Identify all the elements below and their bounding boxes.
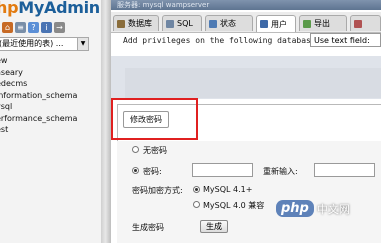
import-icon bbox=[354, 19, 362, 28]
database-icon bbox=[117, 19, 125, 28]
breadcrumb[interactable]: 服务器: mysql wampserver bbox=[111, 0, 381, 10]
highlight-box bbox=[111, 98, 198, 140]
watermark: php 中文网 bbox=[276, 200, 350, 217]
users-icon bbox=[260, 20, 268, 28]
hash-mysql41-label: MySQL 4.1+ bbox=[203, 185, 253, 194]
database-item[interactable]: est bbox=[0, 124, 77, 136]
password-label: 密码: bbox=[143, 167, 162, 176]
tab-status[interactable]: 状态 bbox=[205, 15, 253, 31]
status-icon bbox=[209, 19, 217, 28]
database-list: ew aseary edecms information_schema ysql… bbox=[0, 55, 77, 136]
database-item[interactable]: ew bbox=[0, 55, 77, 67]
watermark-site: 中文网 bbox=[316, 202, 350, 216]
no-password-radio[interactable] bbox=[132, 146, 139, 153]
hashing-label: 密码加密方式: bbox=[132, 186, 183, 195]
generate-password-button[interactable]: 生成 bbox=[200, 220, 228, 233]
help-icon[interactable]: i bbox=[41, 22, 52, 33]
chevron-down-icon: ▼ bbox=[77, 38, 88, 50]
privileges-panel-inner bbox=[125, 68, 381, 98]
php-logo: php bbox=[276, 200, 314, 217]
reenter-label: 重新输入: bbox=[263, 167, 298, 176]
phpmyadmin-logo[interactable]: hpMyAdmin bbox=[0, 0, 100, 17]
hash-mysql40-label: MySQL 4.0 兼容 bbox=[203, 201, 265, 210]
add-privileges-text: Add privileges on the following database… bbox=[123, 36, 321, 45]
tab-databases[interactable]: 数据库 bbox=[113, 15, 159, 31]
nav-icon-bar: ⌂ ≡ ? i → bbox=[2, 22, 65, 34]
hash-mysql40-radio[interactable] bbox=[193, 201, 200, 208]
database-item[interactable]: ysql bbox=[0, 101, 77, 113]
tab-more[interactable] bbox=[350, 15, 381, 31]
password-input[interactable] bbox=[192, 163, 253, 177]
database-item[interactable]: erformance_schema bbox=[0, 113, 77, 125]
home-icon[interactable]: ⌂ bbox=[2, 22, 13, 33]
sql-icon[interactable]: ≡ bbox=[15, 22, 26, 33]
tab-bar: 数据库 SQL 状态 用户 导出 bbox=[111, 12, 381, 33]
generate-password-label: 生成密码 bbox=[132, 223, 164, 232]
frame-splitter[interactable] bbox=[101, 0, 111, 243]
sql-icon bbox=[166, 19, 174, 28]
exit-icon[interactable]: → bbox=[54, 22, 65, 33]
database-privilege-select[interactable]: Use text field: bbox=[310, 33, 381, 47]
database-select[interactable]: (最近使用的表) ... ▼ bbox=[0, 37, 89, 51]
database-item[interactable]: aseary bbox=[0, 67, 77, 79]
reenter-password-input[interactable] bbox=[314, 163, 375, 177]
password-radio[interactable] bbox=[132, 167, 139, 174]
tab-export[interactable]: 导出 bbox=[299, 15, 347, 31]
database-item[interactable]: information_schema bbox=[0, 90, 77, 102]
export-icon bbox=[303, 19, 311, 28]
navigation-panel: hpMyAdmin ⌂ ≡ ? i → (最近使用的表) ... ▼ ew as… bbox=[0, 0, 101, 243]
privileges-panel bbox=[111, 56, 381, 99]
tab-sql[interactable]: SQL bbox=[162, 15, 202, 31]
database-item[interactable]: edecms bbox=[0, 78, 77, 90]
hash-mysql41-radio[interactable] bbox=[193, 186, 200, 193]
docs-icon[interactable]: ? bbox=[28, 22, 39, 33]
tab-users[interactable]: 用户 bbox=[256, 15, 296, 32]
no-password-label: 无密码 bbox=[143, 146, 167, 155]
